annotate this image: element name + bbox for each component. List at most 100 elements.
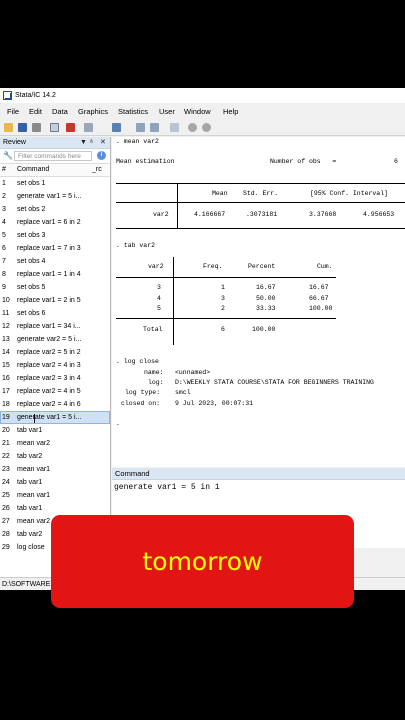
tab-header-cum: Cum. (317, 263, 333, 270)
menu-help[interactable]: Help (223, 105, 238, 119)
results-prompt: . (116, 420, 120, 427)
menu-edit[interactable]: Edit (29, 105, 42, 119)
review-item[interactable]: 19 generate var1 = 5 i... (0, 411, 110, 424)
tab-vrule (173, 257, 174, 345)
nobs-label: Number of obs = (270, 158, 337, 165)
menu-user[interactable]: User (159, 105, 175, 119)
review-item[interactable]: 22 tab var2 (0, 450, 110, 463)
pin-icon[interactable]: ᵃ (90, 137, 93, 148)
data-browser-icon[interactable] (150, 123, 159, 132)
review-item-command: mean var1 (17, 492, 51, 499)
review-item[interactable]: 13 generate var2 = 5 i... (0, 333, 110, 346)
review-item-number: 13 (2, 336, 10, 343)
review-item[interactable]: 3 set obs 2 (0, 203, 110, 216)
tab-row-freq: 1 (221, 284, 225, 291)
menu-statistics[interactable]: Statistics (118, 105, 148, 119)
review-item-command: tab var2 (17, 453, 43, 460)
col-number[interactable]: # (2, 164, 6, 176)
log-icon[interactable] (50, 123, 59, 132)
wrench-icon[interactable]: 🔧 (3, 151, 13, 160)
review-item-number: 24 (2, 479, 10, 486)
log-name-value: <unnamed> (175, 369, 211, 376)
info-icon[interactable]: i (97, 151, 106, 160)
open-icon[interactable] (4, 123, 13, 132)
review-item[interactable]: 6 replace var1 = 7 in 3 (0, 242, 110, 255)
tab-rule (116, 318, 336, 319)
review-item[interactable]: 4 replace var1 = 6 in 2 (0, 216, 110, 229)
review-item[interactable]: 21 mean var2 (0, 437, 110, 450)
close-icon[interactable]: ✕ (100, 137, 106, 148)
review-item-number: 1 (2, 180, 6, 187)
table-vrule (177, 183, 178, 228)
review-item[interactable]: 5 set obs 3 (0, 229, 110, 242)
menu-bar: File Edit Data Graphics Statistics User … (0, 105, 405, 119)
review-item-number: 6 (2, 245, 6, 252)
review-item-number: 25 (2, 492, 10, 499)
toolbar (0, 120, 405, 136)
review-item[interactable]: 14 replace var2 = 5 in 2 (0, 346, 110, 359)
print-icon[interactable] (32, 123, 41, 132)
review-item-command: replace var1 = 1 in 4 (17, 271, 81, 278)
review-item-number: 10 (2, 297, 10, 304)
break-icon[interactable] (202, 123, 211, 132)
menu-graphics[interactable]: Graphics (78, 105, 108, 119)
review-item[interactable]: 15 replace var2 = 4 in 3 (0, 359, 110, 372)
tab-row-freq: 2 (221, 305, 225, 312)
col-command[interactable]: Command (17, 164, 49, 176)
review-item-number: 19 (2, 414, 10, 421)
review-item[interactable]: 8 replace var1 = 1 in 4 (0, 268, 110, 281)
review-item-number: 18 (2, 401, 10, 408)
more-icon[interactable] (188, 123, 197, 132)
graph-icon[interactable] (84, 123, 93, 132)
menu-data[interactable]: Data (52, 105, 68, 119)
review-item[interactable]: 20 tab var1 (0, 424, 110, 437)
command-title: Command (112, 468, 405, 480)
review-item[interactable]: 23 mean var1 (0, 463, 110, 476)
header-mean: Mean (212, 190, 228, 197)
tab-header-freq: Freq. (203, 263, 223, 270)
tab-total-label: Total (143, 326, 163, 333)
command-input[interactable]: generate var1 = 5 in 1 (112, 480, 405, 495)
tab-rule (116, 277, 336, 278)
review-item[interactable]: 25 mean var1 (0, 489, 110, 502)
review-item[interactable]: 2 generate var1 = 5 i... (0, 190, 110, 203)
do-file-editor-icon[interactable] (112, 123, 121, 132)
tab-row-percent: 50.00 (256, 295, 276, 302)
menu-file[interactable]: File (7, 105, 19, 119)
mean-estimation-title: Mean estimation (116, 158, 175, 165)
col-rc[interactable]: _rc (92, 164, 102, 176)
review-item[interactable]: 10 replace var1 = 2 in 5 (0, 294, 110, 307)
table-rule (116, 183, 405, 184)
review-item[interactable]: 12 replace var1 = 34 i... (0, 320, 110, 333)
review-item-number: 9 (2, 284, 6, 291)
review-item-command: generate var1 = 5 i... (17, 414, 82, 421)
review-item[interactable]: 24 tab var1 (0, 476, 110, 489)
review-item[interactable]: 18 replace var2 = 4 in 6 (0, 398, 110, 411)
review-item[interactable]: 11 set obs 6 (0, 307, 110, 320)
filter-icon[interactable]: ▼ (80, 137, 87, 148)
review-item-number: 21 (2, 440, 10, 447)
results-window: . mean var2 Mean estimation Number of ob… (112, 137, 405, 467)
filter-bar: 🔧 Filter commands here i (0, 149, 110, 164)
title-bar: Stata/IC 14.2 (0, 88, 405, 103)
tab-row-cum: 100.00 (309, 305, 333, 312)
variables-manager-icon[interactable] (170, 123, 179, 132)
filter-commands-input[interactable]: Filter commands here (14, 151, 92, 161)
data-editor-icon[interactable] (136, 123, 145, 132)
review-item[interactable]: 7 set obs 4 (0, 255, 110, 268)
review-item[interactable]: 9 set obs 5 (0, 281, 110, 294)
viewer-icon[interactable] (66, 123, 75, 132)
review-item[interactable]: 17 replace var2 = 4 in 5 (0, 385, 110, 398)
review-item[interactable]: 26 tab var1 (0, 502, 110, 515)
text-cursor-icon (34, 414, 40, 423)
cmd-tab-line: . tab var2 (116, 242, 156, 249)
save-icon[interactable] (18, 123, 27, 132)
review-item-number: 8 (2, 271, 6, 278)
menu-window[interactable]: Window (184, 105, 211, 119)
review-item[interactable]: 16 replace var2 = 3 in 4 (0, 372, 110, 385)
log-path-value: D:\WEEKLY STATA COURSE\STATA FOR BEGINNE… (175, 379, 374, 386)
review-item-command: generate var2 = 5 i... (17, 336, 82, 343)
review-item[interactable]: 1 set obs 1 (0, 177, 110, 190)
video-top-band (0, 0, 405, 88)
review-item-command: set obs 1 (17, 180, 46, 187)
